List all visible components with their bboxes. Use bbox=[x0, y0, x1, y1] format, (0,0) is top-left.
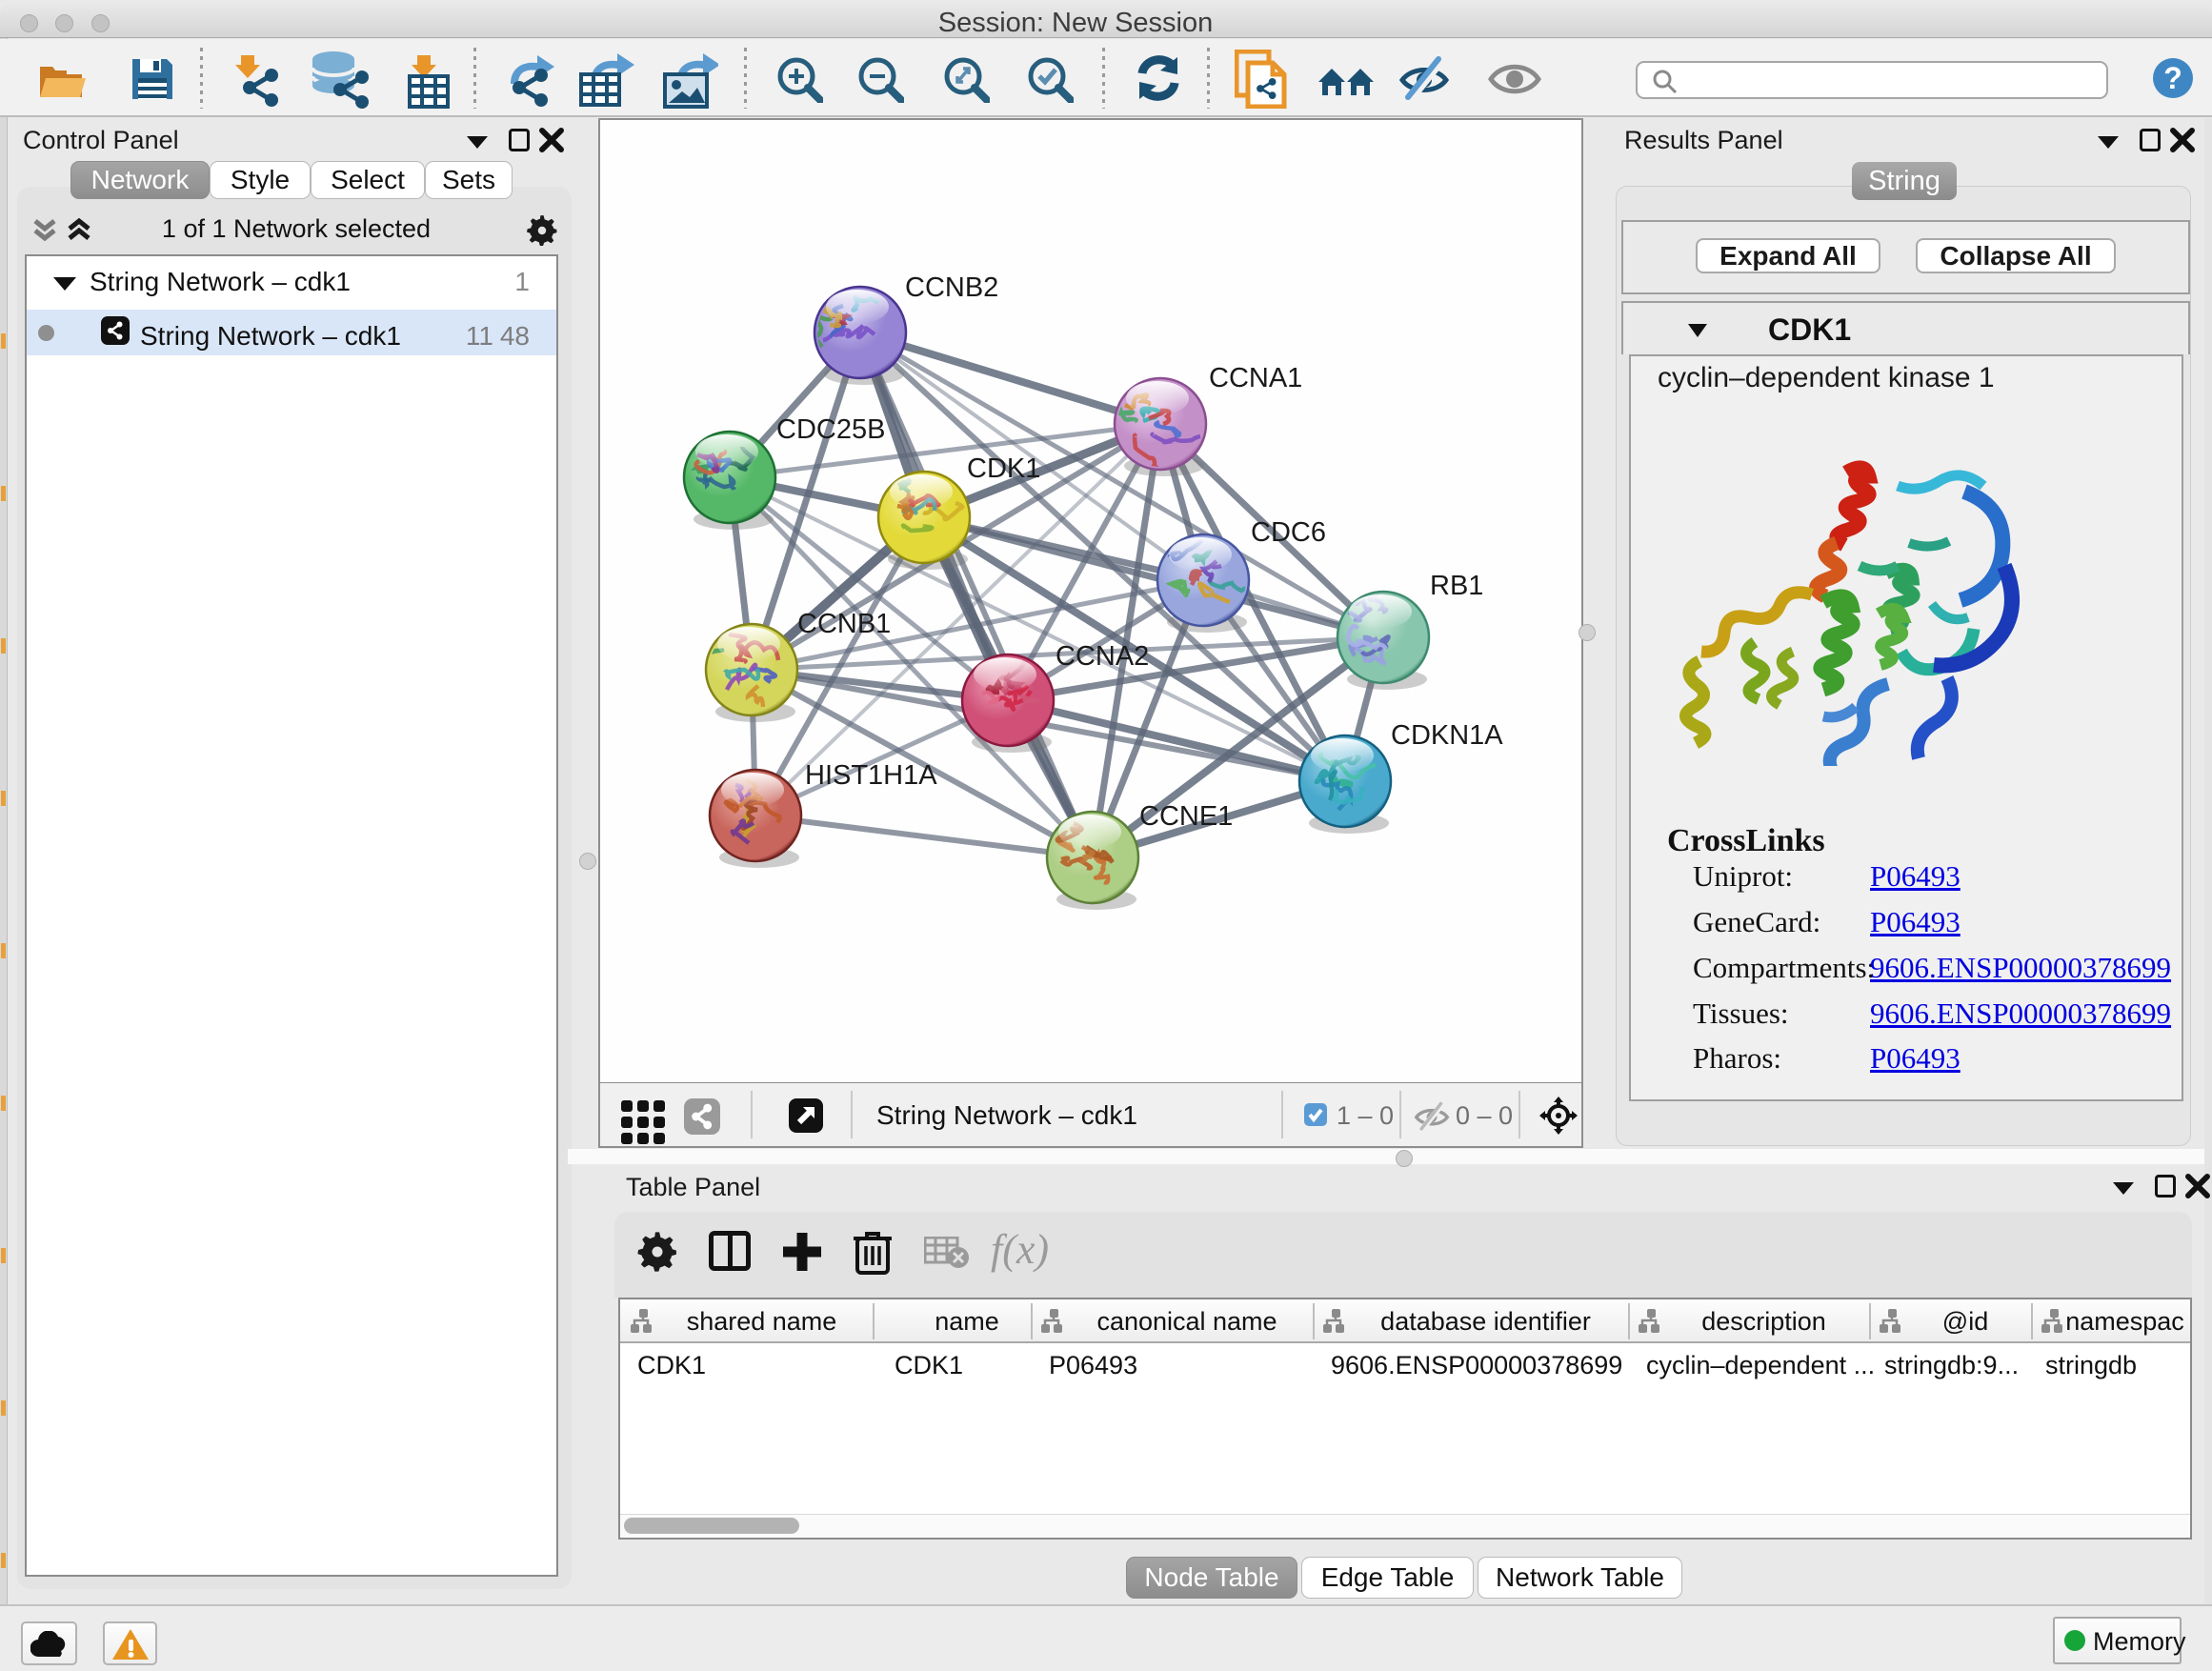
svg-text:RB1: RB1 bbox=[1430, 571, 1483, 601]
svg-text:CCNB1: CCNB1 bbox=[797, 609, 891, 639]
svg-text:CCNA1: CCNA1 bbox=[1209, 363, 1302, 393]
svg-text:CCNE1: CCNE1 bbox=[1139, 801, 1233, 832]
svg-text:HIST1H1A: HIST1H1A bbox=[805, 760, 937, 791]
svg-text:CDKN1A: CDKN1A bbox=[1391, 720, 1503, 751]
svg-text:CDC6: CDC6 bbox=[1251, 517, 1326, 548]
svg-text:CDC25B: CDC25B bbox=[776, 414, 885, 445]
svg-text:CCNA2: CCNA2 bbox=[1056, 641, 1149, 672]
svg-text:CCNB2: CCNB2 bbox=[905, 272, 998, 303]
svg-text:CDK1: CDK1 bbox=[967, 453, 1040, 484]
